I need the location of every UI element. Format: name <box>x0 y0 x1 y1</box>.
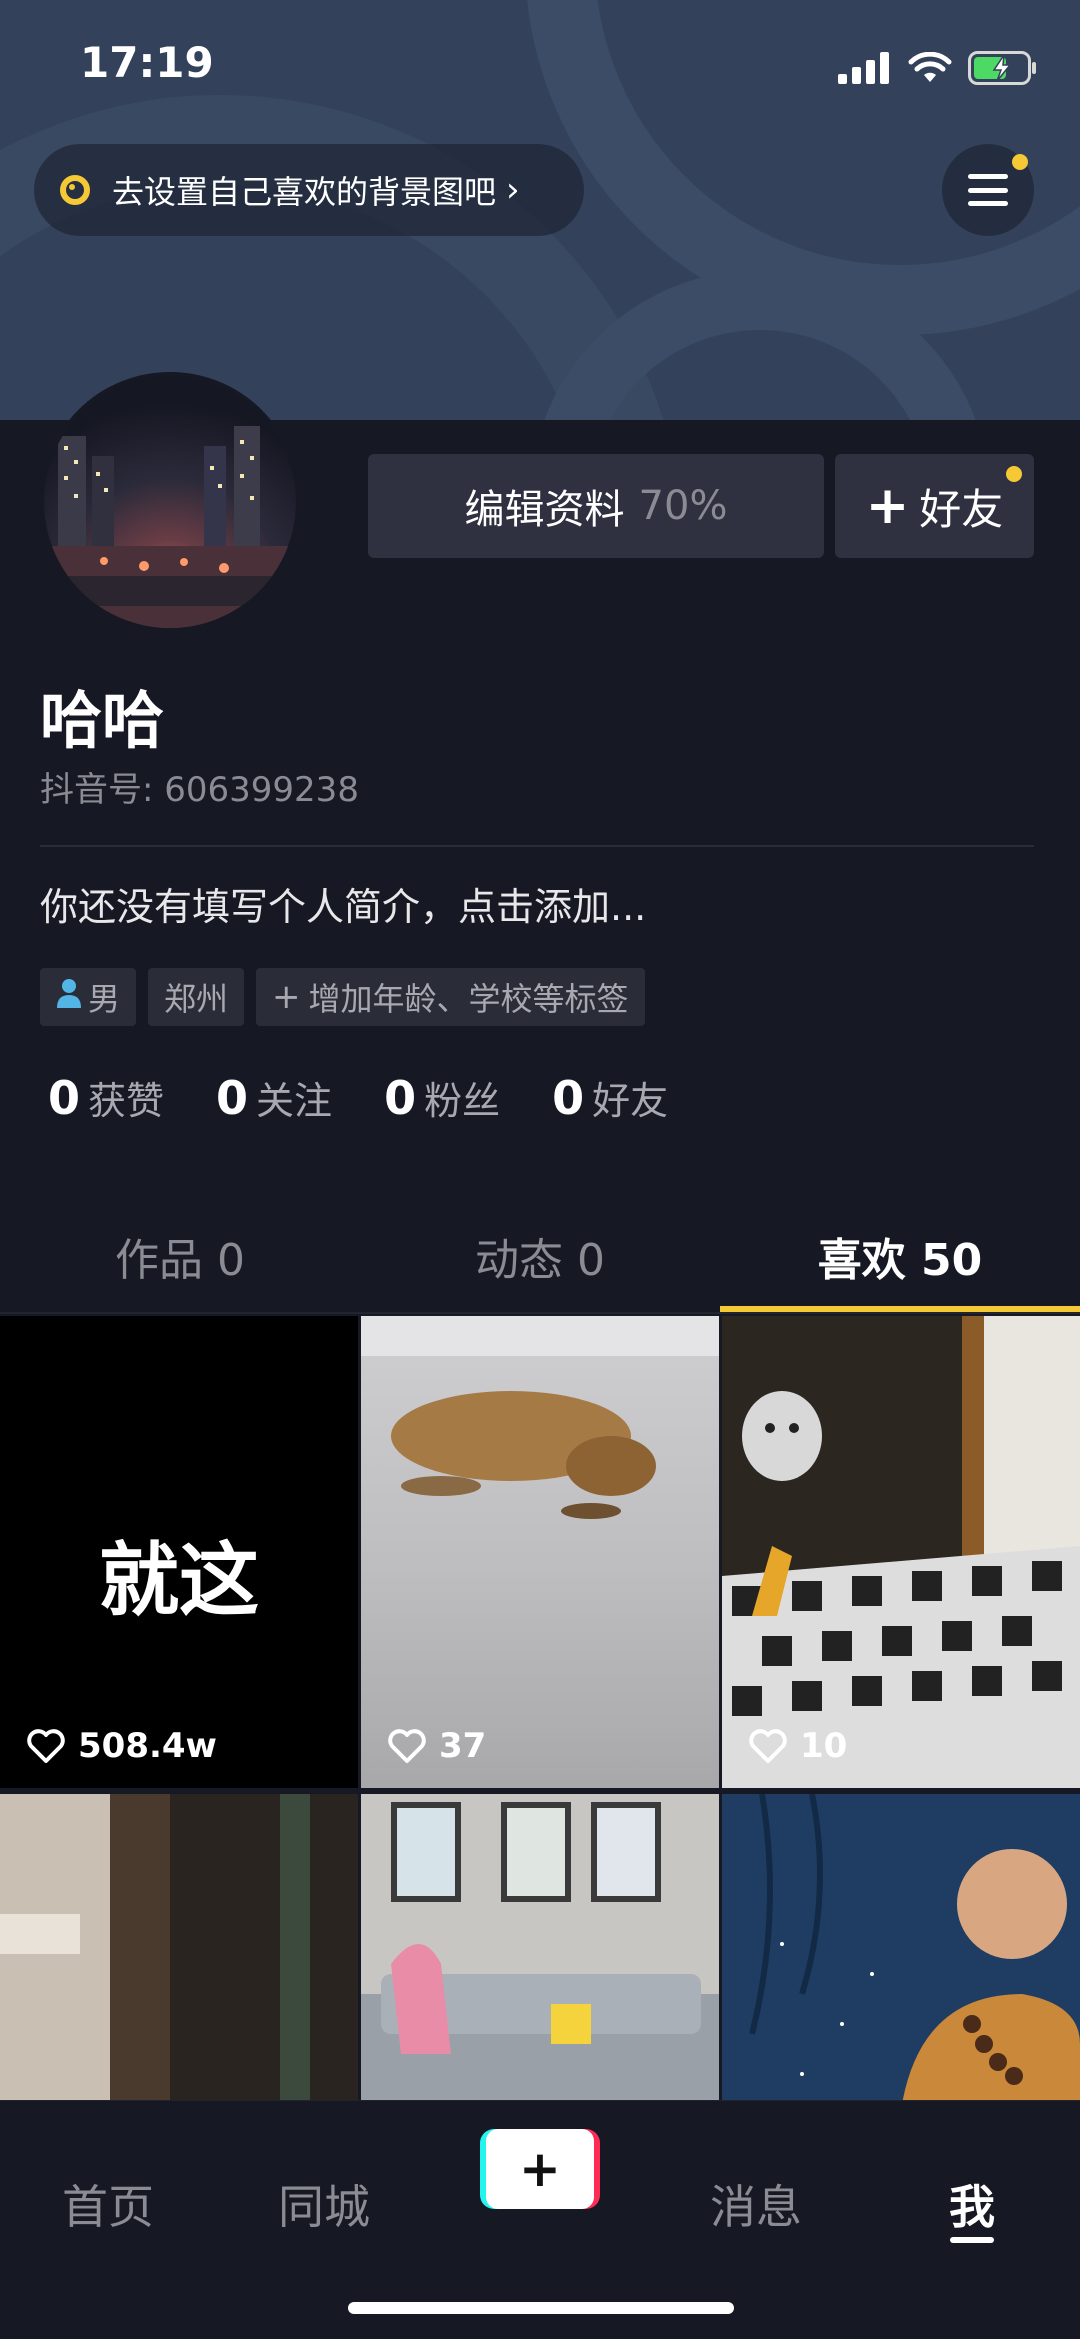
hamburger-icon <box>968 174 1008 206</box>
video-grid: 就这 508.4w 37 10 <box>0 1316 1080 2100</box>
stat-value: 0 <box>552 1071 585 1125</box>
add-tags-button[interactable]: + 增加年龄、学校等标签 <box>256 968 645 1026</box>
profile-completion-percent: 70% <box>638 483 728 529</box>
stat-label: 粉丝 <box>424 1079 501 1123</box>
tag-city-label: 郑州 <box>164 980 229 1018</box>
tag-gender[interactable]: 男 <box>40 968 137 1026</box>
plus-icon: + <box>865 476 910 536</box>
video-thumbnail[interactable] <box>0 1794 358 2100</box>
stat-value: 0 <box>216 1071 249 1125</box>
dog-image <box>361 1316 719 1519</box>
stat-label: 获赞 <box>88 1079 165 1123</box>
add-friend-label: 好友 <box>919 484 1004 534</box>
heart-icon <box>749 1729 787 1763</box>
set-background-tip-text: 去设置自己喜欢的背景图吧 <box>112 173 497 211</box>
tag-gender-label: 男 <box>88 980 121 1018</box>
like-count-text: 37 <box>439 1726 487 1766</box>
menu-badge-dot <box>1012 154 1028 170</box>
tag-city[interactable]: 郑州 <box>148 968 245 1026</box>
plus-icon: + <box>486 2129 594 2209</box>
video-like-count: 508.4w <box>26 1726 217 1766</box>
content-tabs: 作品 0 动态 0 喜欢 50 <box>0 1200 1080 1312</box>
avatar[interactable] <box>40 372 300 632</box>
video-like-count: 10 <box>748 1726 847 1766</box>
video-thumbnail[interactable]: 10 <box>722 1316 1080 1788</box>
menu-button[interactable] <box>942 144 1034 236</box>
stat-value: 0 <box>48 1071 81 1125</box>
chevron-right-icon: › <box>506 170 520 210</box>
like-count-text: 10 <box>800 1726 848 1766</box>
video-caption: 就这 <box>99 1534 259 1627</box>
stat-followers[interactable]: 0 粉丝 <box>384 1070 500 1125</box>
battery-charging-icon <box>968 51 1036 85</box>
video-thumbnail[interactable]: 37 <box>361 1316 719 1788</box>
active-nav-indicator <box>950 2237 994 2243</box>
edit-profile-label: 编辑资料 <box>464 487 625 533</box>
signal-icon <box>838 52 889 84</box>
create-video-button[interactable]: + <box>480 2129 600 2209</box>
add-friend-badge-dot <box>1006 466 1022 482</box>
bio-placeholder[interactable]: 你还没有填写个人简介，点击添加... <box>40 876 646 931</box>
video-thumbnail[interactable]: 就这 508.4w <box>0 1316 358 1788</box>
nav-messages[interactable]: 消息 <box>686 2171 826 2237</box>
set-background-tip[interactable]: 去设置自己喜欢的背景图吧 › <box>34 144 584 236</box>
add-friend-button[interactable]: + 好友 <box>835 454 1034 558</box>
home-indicator[interactable] <box>348 2302 734 2314</box>
profile-stats: 0 获赞 0 关注 0 粉丝 0 好友 <box>48 1070 720 1125</box>
stat-friends[interactable]: 0 好友 <box>552 1070 668 1125</box>
person-icon <box>56 978 82 1016</box>
username: 哈哈 <box>40 684 165 757</box>
room-image <box>0 1794 358 2100</box>
stat-following[interactable]: 0 关注 <box>216 1070 332 1125</box>
status-bar: 17:19 <box>0 0 1080 130</box>
status-time: 17:19 <box>80 38 214 87</box>
video-thumbnail[interactable] <box>361 1794 719 2100</box>
nav-me[interactable]: 我 <box>902 2171 1042 2237</box>
stat-label: 好友 <box>592 1079 669 1123</box>
nav-home[interactable]: 首页 <box>38 2171 178 2237</box>
tab-works[interactable]: 作品 0 <box>0 1200 360 1312</box>
stat-value: 0 <box>384 1071 417 1125</box>
video-like-count: 37 <box>387 1726 486 1766</box>
profile-tags: 男 郑州 + 增加年龄、学校等标签 <box>40 968 645 1026</box>
nav-nearby[interactable]: 同城 <box>254 2171 394 2237</box>
video-thumbnail[interactable] <box>722 1794 1080 2100</box>
stat-label: 关注 <box>256 1079 333 1123</box>
status-icons <box>838 48 1038 88</box>
tabs-divider <box>0 1312 1080 1314</box>
living-room-image <box>361 1794 719 2100</box>
plus-icon: + <box>272 977 301 1017</box>
pet-bed-image <box>722 1316 1080 1788</box>
heart-icon <box>388 1729 426 1763</box>
tab-activity[interactable]: 动态 0 <box>360 1200 720 1312</box>
tab-likes[interactable]: 喜欢 50 <box>720 1200 1080 1312</box>
like-count-text: 508.4w <box>78 1726 217 1766</box>
edit-profile-button[interactable]: 编辑资料 70% <box>368 454 824 558</box>
douyin-id[interactable]: 抖音号: 606399238 <box>40 762 359 811</box>
monk-image <box>722 1794 1080 2100</box>
heart-icon <box>27 1729 65 1763</box>
wifi-icon <box>908 52 952 82</box>
add-tags-label: 增加年龄、学校等标签 <box>308 980 629 1018</box>
stat-likes[interactable]: 0 获赞 <box>48 1070 164 1125</box>
divider <box>40 845 1034 847</box>
tip-ring-icon <box>60 175 90 205</box>
